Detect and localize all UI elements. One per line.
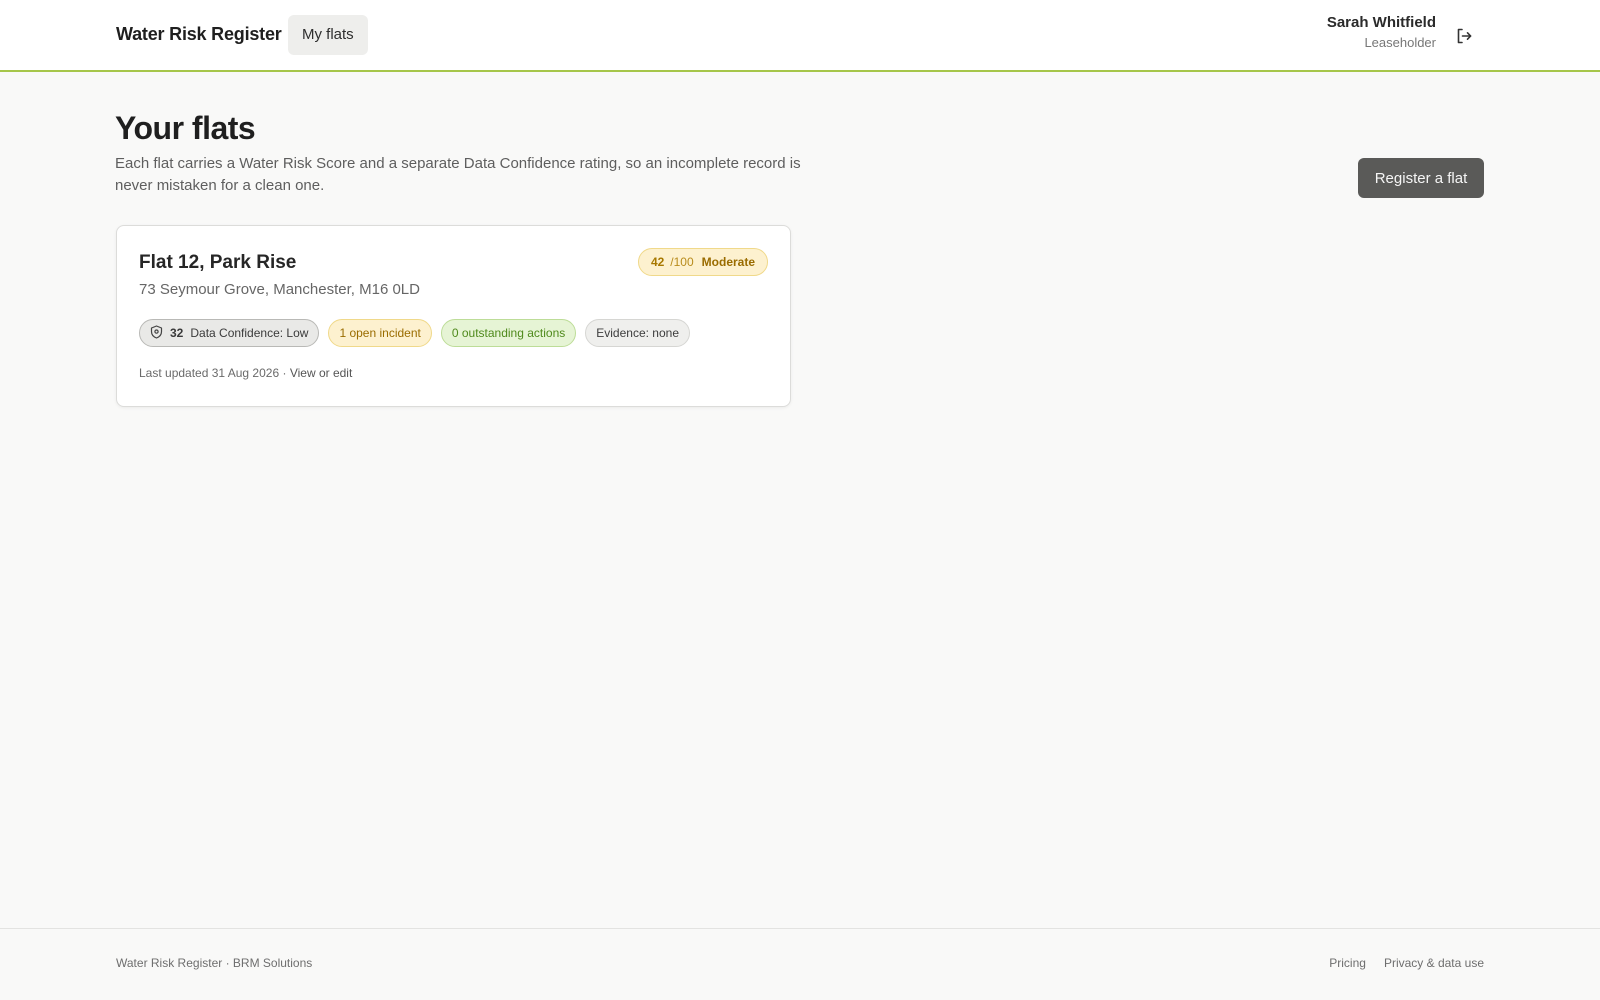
user-name: Sarah Whitfield	[1326, 14, 1436, 31]
user-info: Sarah Whitfield Leaseholder	[1327, 14, 1436, 50]
confidence-label: Data Confidence: Low	[190, 326, 309, 340]
top-bar: Water Risk Register My flats Sarah Whitf…	[0, 0, 1600, 72]
flat-status-chips: 32 Data Confidence: Low 1 open incident …	[139, 319, 690, 347]
outstanding-actions-chip: 0 outstanding actions	[440, 319, 577, 347]
data-confidence-chip: 32 Data Confidence: Low	[139, 319, 320, 347]
footer-link-privacy[interactable]: Privacy & data use	[1384, 956, 1484, 970]
evidence-chip: Evidence: none	[585, 319, 690, 347]
flat-address: 73 Seymour Grove, Manchester, M16 0LD	[139, 281, 420, 298]
page-footer: Water Risk Register · BRM Solutions Pric…	[0, 928, 1600, 1000]
footer-credit: Water Risk Register · BRM Solutions	[116, 956, 313, 970]
footer-link-pricing[interactable]: Pricing	[1329, 956, 1366, 970]
open-incidents-chip: 1 open incident	[328, 319, 432, 347]
risk-score-badge: 42 /100 Moderate	[637, 248, 768, 276]
card-footer: Last updated 31 Aug 2026 · View or edit	[139, 366, 352, 380]
user-role: Leaseholder	[1364, 35, 1436, 50]
shield-icon	[150, 324, 163, 342]
risk-level: Moderate	[701, 255, 755, 269]
page-description: Each flat carries a Water Risk Score and…	[115, 155, 801, 194]
page-title: Your flats	[115, 110, 256, 146]
footer-links: Pricing Privacy & data use	[1329, 956, 1484, 970]
flat-name: Flat 12, Park Rise	[139, 252, 297, 273]
flat-card[interactable]: Flat 12, Park Rise 73 Seymour Grove, Man…	[116, 225, 791, 407]
register-flat-button[interactable]: Register a flat	[1358, 158, 1484, 198]
risk-score-value: 42	[650, 255, 665, 269]
confidence-score: 32	[170, 326, 184, 340]
risk-score-max: /100	[670, 255, 694, 269]
last-updated: Last updated 31 Aug 2026 ·	[139, 366, 287, 380]
brand-name[interactable]: Water Risk Register	[116, 24, 282, 45]
view-edit-link[interactable]: View or edit	[290, 366, 352, 380]
logout-icon[interactable]	[1452, 24, 1476, 48]
nav-tab-my-flats[interactable]: My flats	[288, 15, 368, 55]
